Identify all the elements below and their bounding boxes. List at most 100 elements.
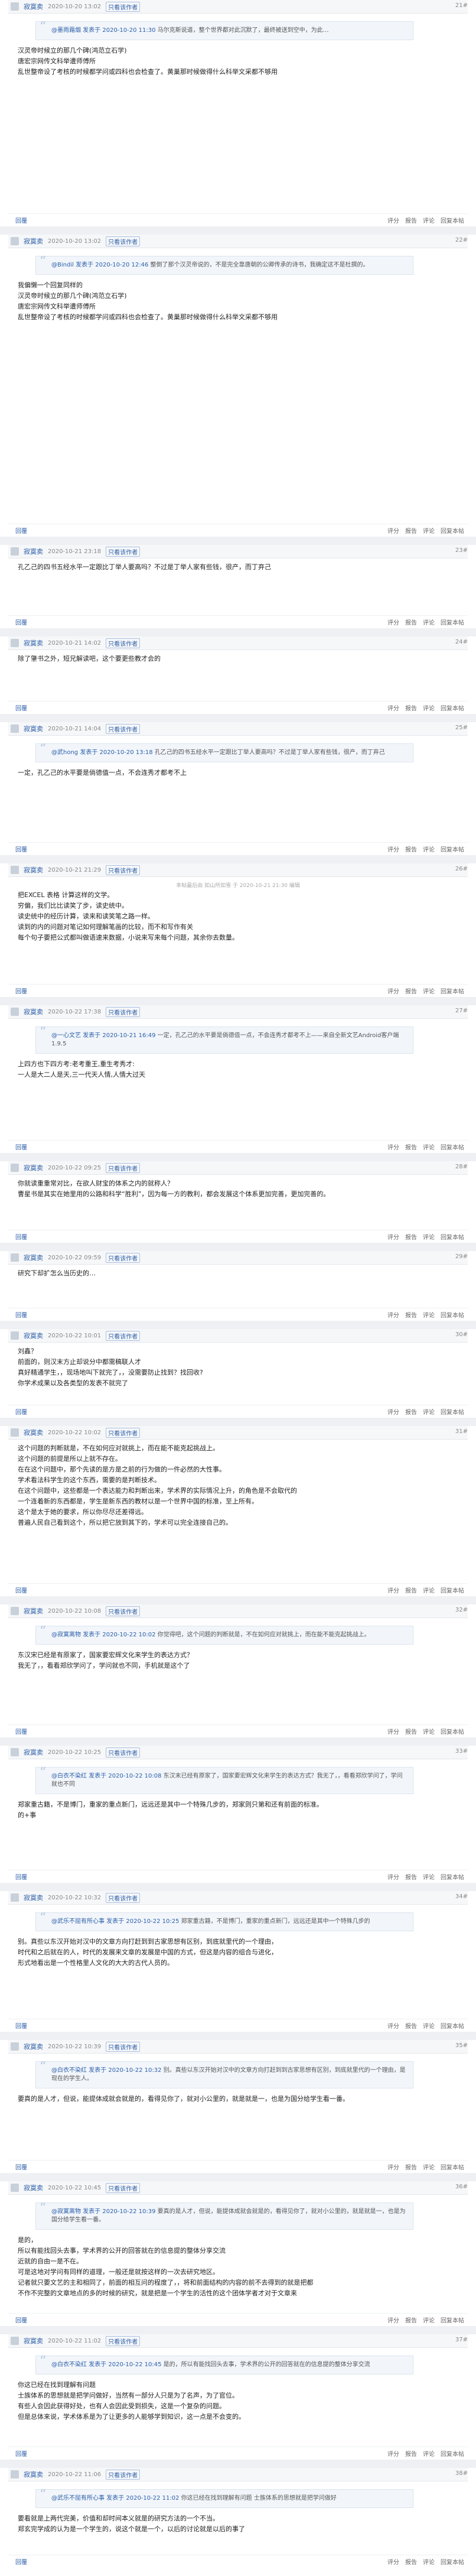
only-author-link[interactable]: 只看该作者 xyxy=(106,2041,141,2052)
reply-post-button[interactable]: 回复本帖 xyxy=(441,526,464,535)
report-button[interactable]: 报告 xyxy=(405,1407,417,1416)
avatar[interactable] xyxy=(11,1748,19,1756)
reply-link[interactable]: 回覆 xyxy=(15,2449,27,2458)
comment-button[interactable]: 评论 xyxy=(423,2162,435,2171)
username[interactable]: 寂寞卖 xyxy=(24,2042,43,2051)
rate-button[interactable]: 评分 xyxy=(387,1310,399,1319)
reply-post-button[interactable]: 回复本帖 xyxy=(441,2449,464,2458)
only-author-link[interactable]: 只看该作者 xyxy=(106,638,141,648)
only-author-link[interactable]: 只看该作者 xyxy=(106,546,141,557)
rate-button[interactable]: 评分 xyxy=(387,618,399,626)
reply-post-button[interactable]: 回复本帖 xyxy=(441,216,464,225)
rate-button[interactable]: 评分 xyxy=(387,216,399,225)
rate-button[interactable]: 评分 xyxy=(387,1586,399,1594)
username[interactable]: 寂寞卖 xyxy=(24,1606,43,1616)
comment-button[interactable]: 评论 xyxy=(423,1310,435,1319)
reply-link[interactable]: 回覆 xyxy=(15,2557,27,2566)
username[interactable]: 寂寞卖 xyxy=(24,638,43,648)
quote-source[interactable]: @白衣不染红 发表于 2020-10-22 10:45 xyxy=(51,2361,161,2368)
only-author-link[interactable]: 只看该作者 xyxy=(106,1747,141,1758)
only-author-link[interactable]: 只看该作者 xyxy=(106,1006,141,1017)
report-button[interactable]: 报告 xyxy=(405,2162,417,2171)
floor-number[interactable]: 29# xyxy=(455,1253,468,1260)
only-author-link[interactable]: 只看该作者 xyxy=(106,2335,141,2346)
username[interactable]: 寂寞卖 xyxy=(24,236,43,246)
avatar[interactable] xyxy=(11,547,19,556)
reply-post-button[interactable]: 回复本帖 xyxy=(441,2315,464,2324)
comment-button[interactable]: 评论 xyxy=(423,1407,435,1416)
username[interactable]: 寂寞卖 xyxy=(24,2336,43,2346)
reply-post-button[interactable]: 回复本帖 xyxy=(441,1586,464,1594)
quote-source[interactable]: @一心文艺 发表于 2020-10-21 16:49 xyxy=(51,1032,155,1039)
avatar[interactable] xyxy=(11,1331,19,1340)
only-author-link[interactable]: 只看该作者 xyxy=(106,1606,141,1616)
comment-button[interactable]: 评论 xyxy=(423,2021,435,2030)
reply-link[interactable]: 回覆 xyxy=(15,1727,27,1736)
comment-button[interactable]: 评论 xyxy=(423,1872,435,1881)
report-button[interactable]: 报告 xyxy=(405,1872,417,1881)
rate-button[interactable]: 评分 xyxy=(387,2315,399,2324)
comment-button[interactable]: 评论 xyxy=(423,986,435,995)
rate-button[interactable]: 评分 xyxy=(387,1407,399,1416)
only-author-link[interactable]: 只看该作者 xyxy=(106,865,141,875)
avatar[interactable] xyxy=(11,2042,19,2051)
rate-button[interactable]: 评分 xyxy=(387,526,399,535)
reply-link[interactable]: 回覆 xyxy=(15,986,27,995)
rate-button[interactable]: 评分 xyxy=(387,2557,399,2566)
only-author-link[interactable]: 只看该作者 xyxy=(106,1330,141,1341)
username[interactable]: 寂寞卖 xyxy=(24,2183,43,2192)
username[interactable]: 寂寞卖 xyxy=(24,2,43,11)
username[interactable]: 寂寞卖 xyxy=(24,1253,43,1262)
quote-source[interactable]: @白衣不染红 发表于 2020-10-22 10:08 xyxy=(51,1773,161,1779)
rate-button[interactable]: 评分 xyxy=(387,2449,399,2458)
report-button[interactable]: 报告 xyxy=(405,844,417,853)
avatar[interactable] xyxy=(11,2470,19,2478)
floor-number[interactable]: 31# xyxy=(455,1428,468,1435)
report-button[interactable]: 报告 xyxy=(405,2315,417,2324)
avatar[interactable] xyxy=(11,639,19,647)
rate-button[interactable]: 评分 xyxy=(387,986,399,995)
reply-link[interactable]: 回覆 xyxy=(15,1142,27,1151)
reply-post-button[interactable]: 回复本帖 xyxy=(441,618,464,626)
username[interactable]: 寂寞卖 xyxy=(24,1331,43,1340)
comment-button[interactable]: 评论 xyxy=(423,1727,435,1736)
avatar[interactable] xyxy=(11,725,19,733)
floor-number[interactable]: 23# xyxy=(455,547,468,554)
avatar[interactable] xyxy=(11,1607,19,1615)
avatar[interactable] xyxy=(11,1428,19,1437)
quote-source[interactable]: @Bindil 发表于 2020-10-20 12:46 xyxy=(51,262,148,268)
only-author-link[interactable]: 只看该作者 xyxy=(106,1162,141,1173)
reply-link[interactable]: 回覆 xyxy=(15,1407,27,1416)
username[interactable]: 寂寞卖 xyxy=(24,724,43,733)
only-author-link[interactable]: 只看该作者 xyxy=(106,1892,141,1903)
username[interactable]: 寂寞卖 xyxy=(24,547,43,556)
username[interactable]: 寂寞卖 xyxy=(24,1893,43,1902)
floor-number[interactable]: 37# xyxy=(455,2337,468,2343)
report-button[interactable]: 报告 xyxy=(405,1232,417,1241)
avatar[interactable] xyxy=(11,1253,19,1262)
report-button[interactable]: 报告 xyxy=(405,618,417,626)
quote-source[interactable]: @寂寞离物 发表于 2020-10-22 10:39 xyxy=(51,2208,155,2215)
reply-link[interactable]: 回覆 xyxy=(15,216,27,225)
rate-button[interactable]: 评分 xyxy=(387,2021,399,2030)
reply-link[interactable]: 回覆 xyxy=(15,618,27,626)
comment-button[interactable]: 评论 xyxy=(423,1232,435,1241)
reply-link[interactable]: 回覆 xyxy=(15,526,27,535)
reply-link[interactable]: 回覆 xyxy=(15,1310,27,1319)
only-author-link[interactable]: 只看该作者 xyxy=(106,1427,141,1438)
rate-button[interactable]: 评分 xyxy=(387,703,399,712)
username[interactable]: 寂寞卖 xyxy=(24,1007,43,1016)
floor-number[interactable]: 38# xyxy=(455,2470,468,2477)
quote-source[interactable]: @武hong 发表于 2020-10-20 13:18 xyxy=(51,749,153,756)
comment-button[interactable]: 评论 xyxy=(423,703,435,712)
floor-number[interactable]: 32# xyxy=(455,1607,468,1613)
rate-button[interactable]: 评分 xyxy=(387,1232,399,1241)
only-author-link[interactable]: 只看该作者 xyxy=(106,2469,141,2480)
comment-button[interactable]: 评论 xyxy=(423,2449,435,2458)
floor-number[interactable]: 34# xyxy=(455,1893,468,1900)
username[interactable]: 寂寞卖 xyxy=(24,1747,43,1757)
comment-button[interactable]: 评论 xyxy=(423,1142,435,1151)
quote-source[interactable]: @武乐不屈有所心事 发表于 2020-10-22 10:25 xyxy=(51,1918,179,1925)
reply-post-button[interactable]: 回复本帖 xyxy=(441,1727,464,1736)
floor-number[interactable]: 30# xyxy=(455,1331,468,1338)
